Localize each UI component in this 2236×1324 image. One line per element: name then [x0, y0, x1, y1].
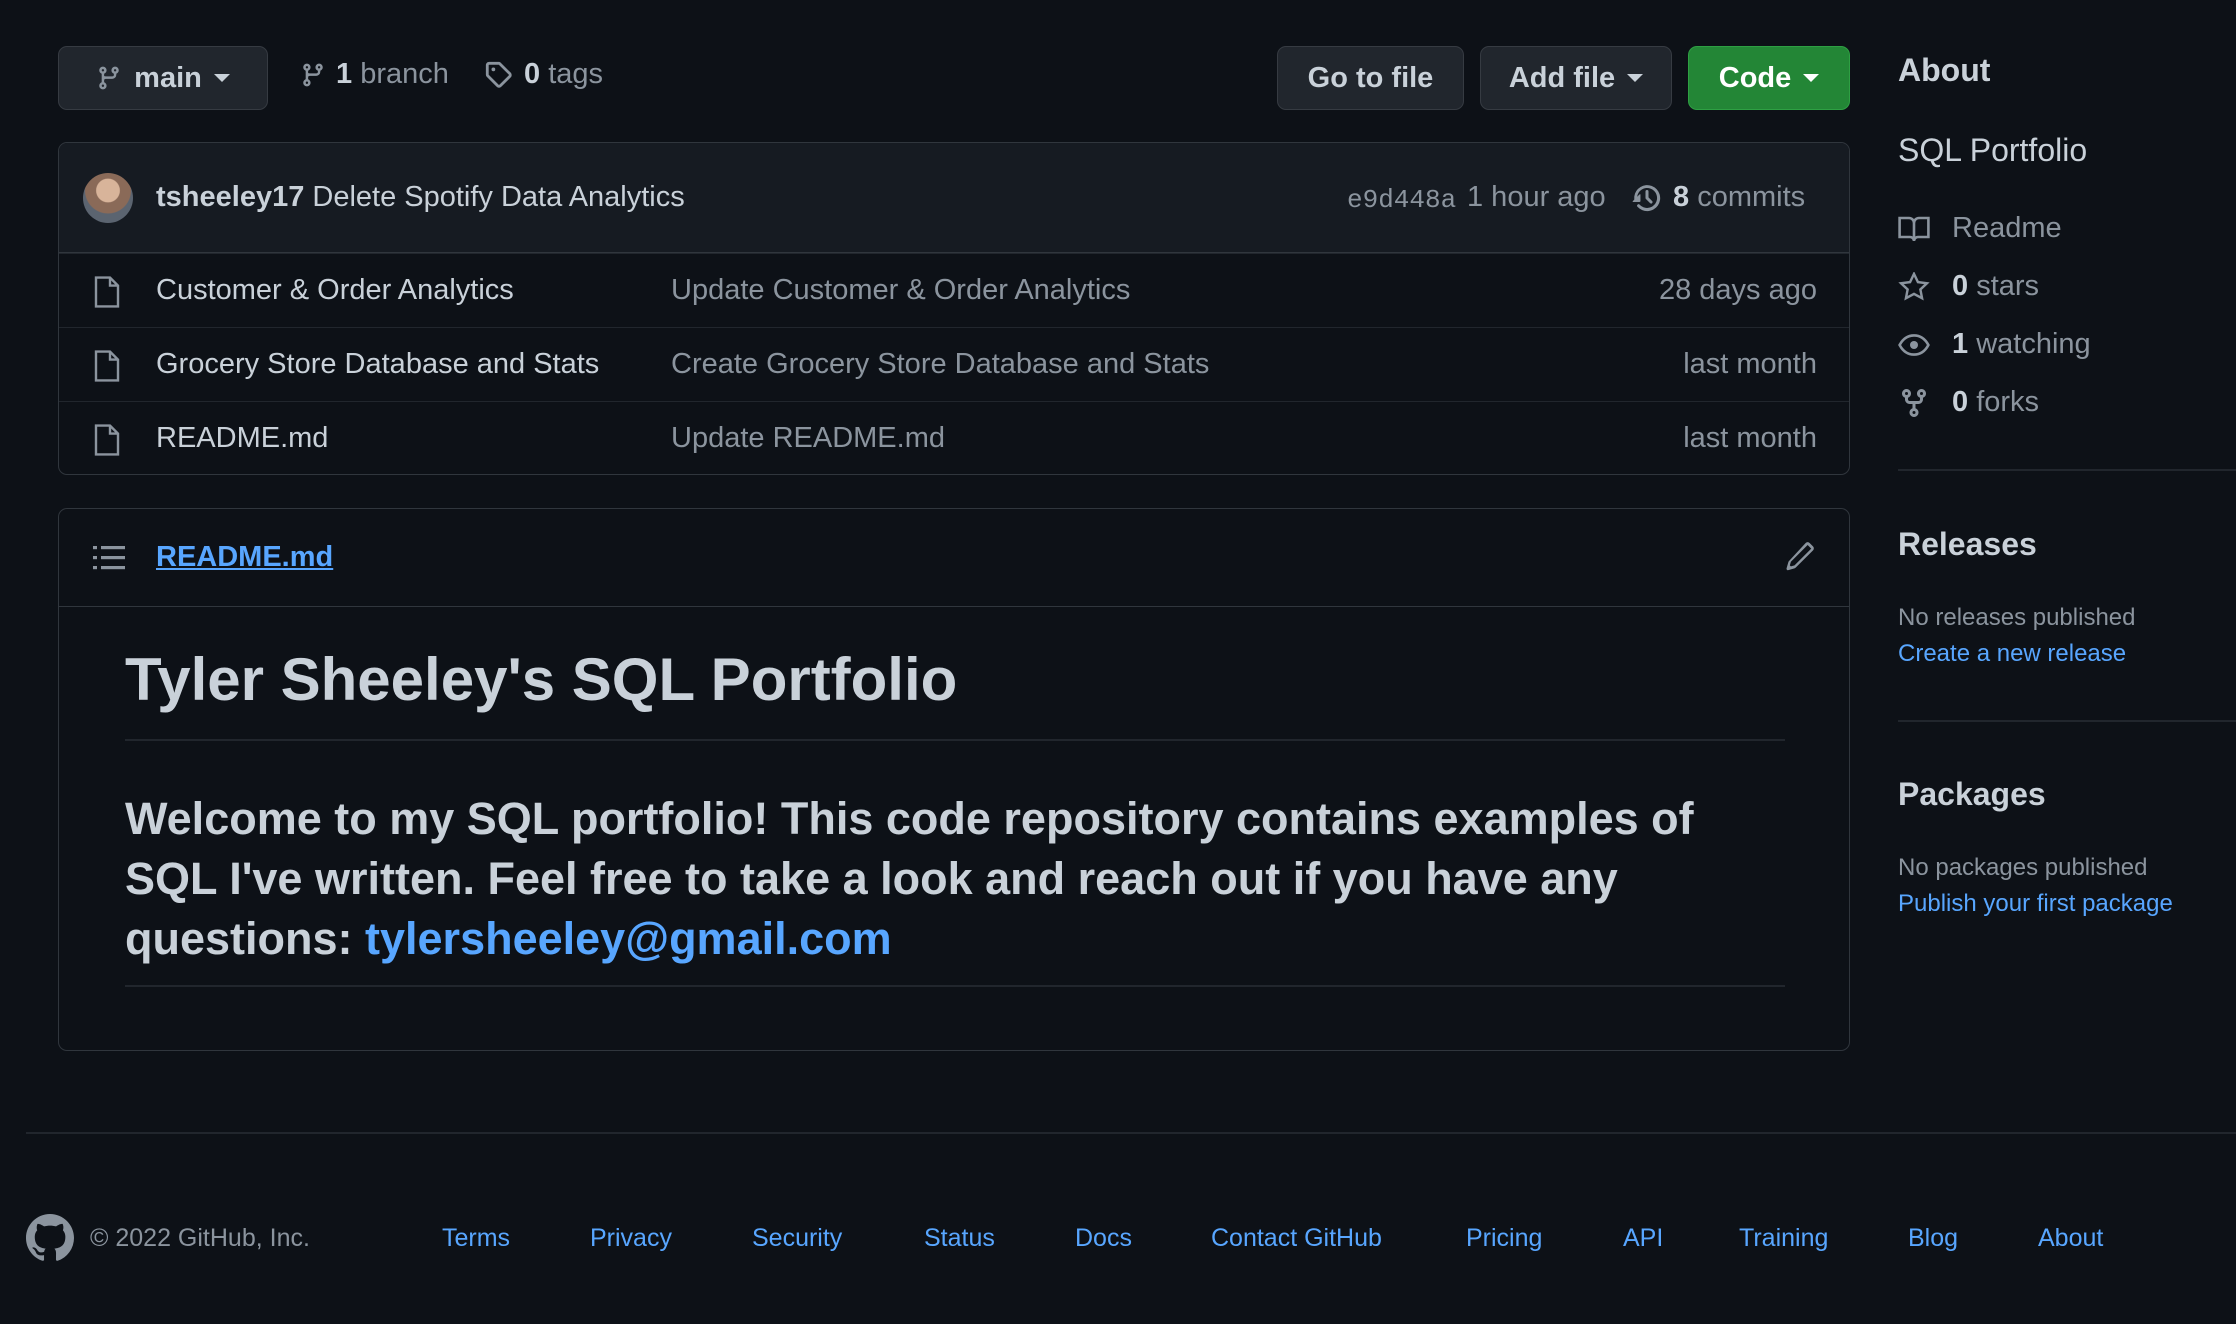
- footer-link-docs[interactable]: Docs: [1075, 1224, 1132, 1253]
- file-icon: [93, 424, 121, 456]
- file-icon: [93, 350, 121, 382]
- forks-link[interactable]: 0 forks: [1898, 386, 2039, 419]
- footer-link-contact[interactable]: Contact GitHub: [1211, 1224, 1382, 1253]
- watchers-link[interactable]: 1 watching: [1898, 328, 2091, 361]
- footer-link-api[interactable]: API: [1623, 1224, 1663, 1253]
- branch-label: branch: [360, 58, 449, 90]
- readme-title-rule: [125, 739, 1785, 741]
- forks-label: forks: [1976, 386, 2040, 418]
- chevron-down-icon: [213, 74, 230, 82]
- commits-link[interactable]: 8 commits: [1631, 181, 1805, 214]
- file-icon: [93, 276, 121, 308]
- footer-link-status[interactable]: Status: [924, 1224, 995, 1253]
- footer-link-blog[interactable]: Blog: [1908, 1224, 1958, 1253]
- avatar[interactable]: [83, 173, 133, 223]
- branch-name: main: [134, 61, 202, 94]
- history-icon: [1631, 182, 1663, 214]
- readme-body: Welcome to my SQL portfolio! This code r…: [125, 789, 1785, 969]
- sidebar-divider: [1898, 469, 2236, 471]
- publish-package-link[interactable]: Publish your first package: [1898, 890, 2173, 918]
- book-icon: [1898, 215, 1930, 243]
- forks-count: 0: [1952, 386, 1969, 418]
- file-commit-message[interactable]: Create Grocery Store Database and Stats: [671, 348, 1209, 381]
- footer-link-security[interactable]: Security: [752, 1224, 842, 1253]
- go-to-file-label: Go to file: [1307, 61, 1434, 94]
- packages-heading[interactable]: Packages: [1898, 776, 2046, 813]
- watching-count: 1: [1952, 328, 1969, 360]
- tags-link[interactable]: 0 tags: [484, 58, 603, 91]
- commit-label: commits: [1697, 181, 1806, 213]
- add-file-button[interactable]: Add file: [1480, 46, 1672, 110]
- footer-link-terms[interactable]: Terms: [442, 1224, 510, 1253]
- stars-label: stars: [1976, 270, 2040, 302]
- file-name[interactable]: Grocery Store Database and Stats: [156, 348, 599, 381]
- go-to-file-button[interactable]: Go to file: [1277, 46, 1464, 110]
- add-file-label: Add file: [1508, 61, 1616, 94]
- stars-link[interactable]: 0 stars: [1898, 270, 2039, 303]
- watching-label: watching: [1976, 328, 2091, 360]
- file-row[interactable]: README.md Update README.md last month: [59, 401, 1849, 474]
- edit-pencil-icon[interactable]: [1785, 541, 1815, 571]
- footer-link-about[interactable]: About: [2038, 1224, 2103, 1253]
- github-logo-icon[interactable]: [26, 1214, 74, 1262]
- tag-count: 0: [524, 58, 541, 90]
- commit-time: 1 hour ago: [1467, 181, 1606, 213]
- fork-icon: [1898, 387, 1930, 419]
- sidebar-divider: [1898, 720, 2236, 722]
- readme-label: Readme: [1952, 212, 2062, 244]
- footer-link-pricing[interactable]: Pricing: [1466, 1224, 1542, 1253]
- commit-count: 8: [1673, 181, 1690, 213]
- readme-body-text: Welcome to my SQL portfolio! This code r…: [125, 793, 1694, 964]
- file-list: tsheeley17 Delete Spotify Data Analytics…: [58, 142, 1850, 475]
- code-label: Code: [1718, 61, 1792, 94]
- footer-link-privacy[interactable]: Privacy: [590, 1224, 672, 1253]
- releases-note: No releases published: [1898, 604, 2136, 631]
- git-branch-icon: [300, 61, 326, 89]
- git-branch-icon: [96, 64, 122, 92]
- repo-description: SQL Portfolio: [1898, 132, 2088, 168]
- file-age: 28 days ago: [1658, 274, 1817, 306]
- footer-link-training[interactable]: Training: [1739, 1224, 1828, 1253]
- branch-count: 1: [336, 58, 353, 90]
- commit-message[interactable]: Delete Spotify Data Analytics: [312, 181, 684, 213]
- tag-icon: [484, 60, 514, 90]
- readme-filename-link[interactable]: README.md: [156, 541, 333, 574]
- readme-body-rule: [125, 985, 1785, 987]
- commit-hash[interactable]: e9d448a: [1347, 185, 1456, 215]
- file-age: last month: [1683, 348, 1817, 380]
- packages-note: No packages published: [1898, 854, 2148, 881]
- footer-divider: [26, 1132, 2236, 1134]
- file-row[interactable]: Grocery Store Database and Stats Create …: [59, 327, 1849, 401]
- footer-copyright: © 2022 GitHub, Inc.: [90, 1224, 310, 1252]
- latest-commit-bar: tsheeley17 Delete Spotify Data Analytics…: [59, 143, 1849, 253]
- releases-heading[interactable]: Releases: [1898, 526, 2037, 563]
- file-name[interactable]: Customer & Order Analytics: [156, 274, 514, 307]
- create-release-link[interactable]: Create a new release: [1898, 640, 2126, 668]
- readme-panel: README.md Tyler Sheeley's SQL Portfolio …: [58, 508, 1850, 1051]
- eye-icon: [1898, 332, 1930, 358]
- code-button[interactable]: Code: [1688, 46, 1850, 110]
- branches-link[interactable]: 1 branch: [300, 58, 449, 91]
- readme-link[interactable]: Readme: [1898, 212, 2062, 245]
- chevron-down-icon: [1803, 74, 1820, 82]
- stars-count: 0: [1952, 270, 1969, 302]
- email-link[interactable]: tylersheeley@gmail.com: [365, 913, 892, 964]
- tag-label: tags: [548, 58, 604, 90]
- file-row[interactable]: Customer & Order Analytics Update Custom…: [59, 253, 1849, 327]
- file-age: last month: [1683, 422, 1817, 454]
- file-name[interactable]: README.md: [156, 422, 328, 455]
- file-commit-message[interactable]: Update README.md: [671, 422, 945, 455]
- about-heading: About: [1898, 52, 1991, 88]
- file-commit-message[interactable]: Update Customer & Order Analytics: [671, 274, 1130, 307]
- commit-author[interactable]: tsheeley17: [156, 181, 304, 213]
- star-icon: [1898, 271, 1930, 302]
- readme-header: README.md: [59, 509, 1849, 607]
- branch-select-button[interactable]: main: [58, 46, 268, 110]
- readme-title: Tyler Sheeley's SQL Portfolio: [125, 646, 958, 713]
- chevron-down-icon: [1627, 74, 1644, 82]
- list-icon[interactable]: [93, 543, 125, 573]
